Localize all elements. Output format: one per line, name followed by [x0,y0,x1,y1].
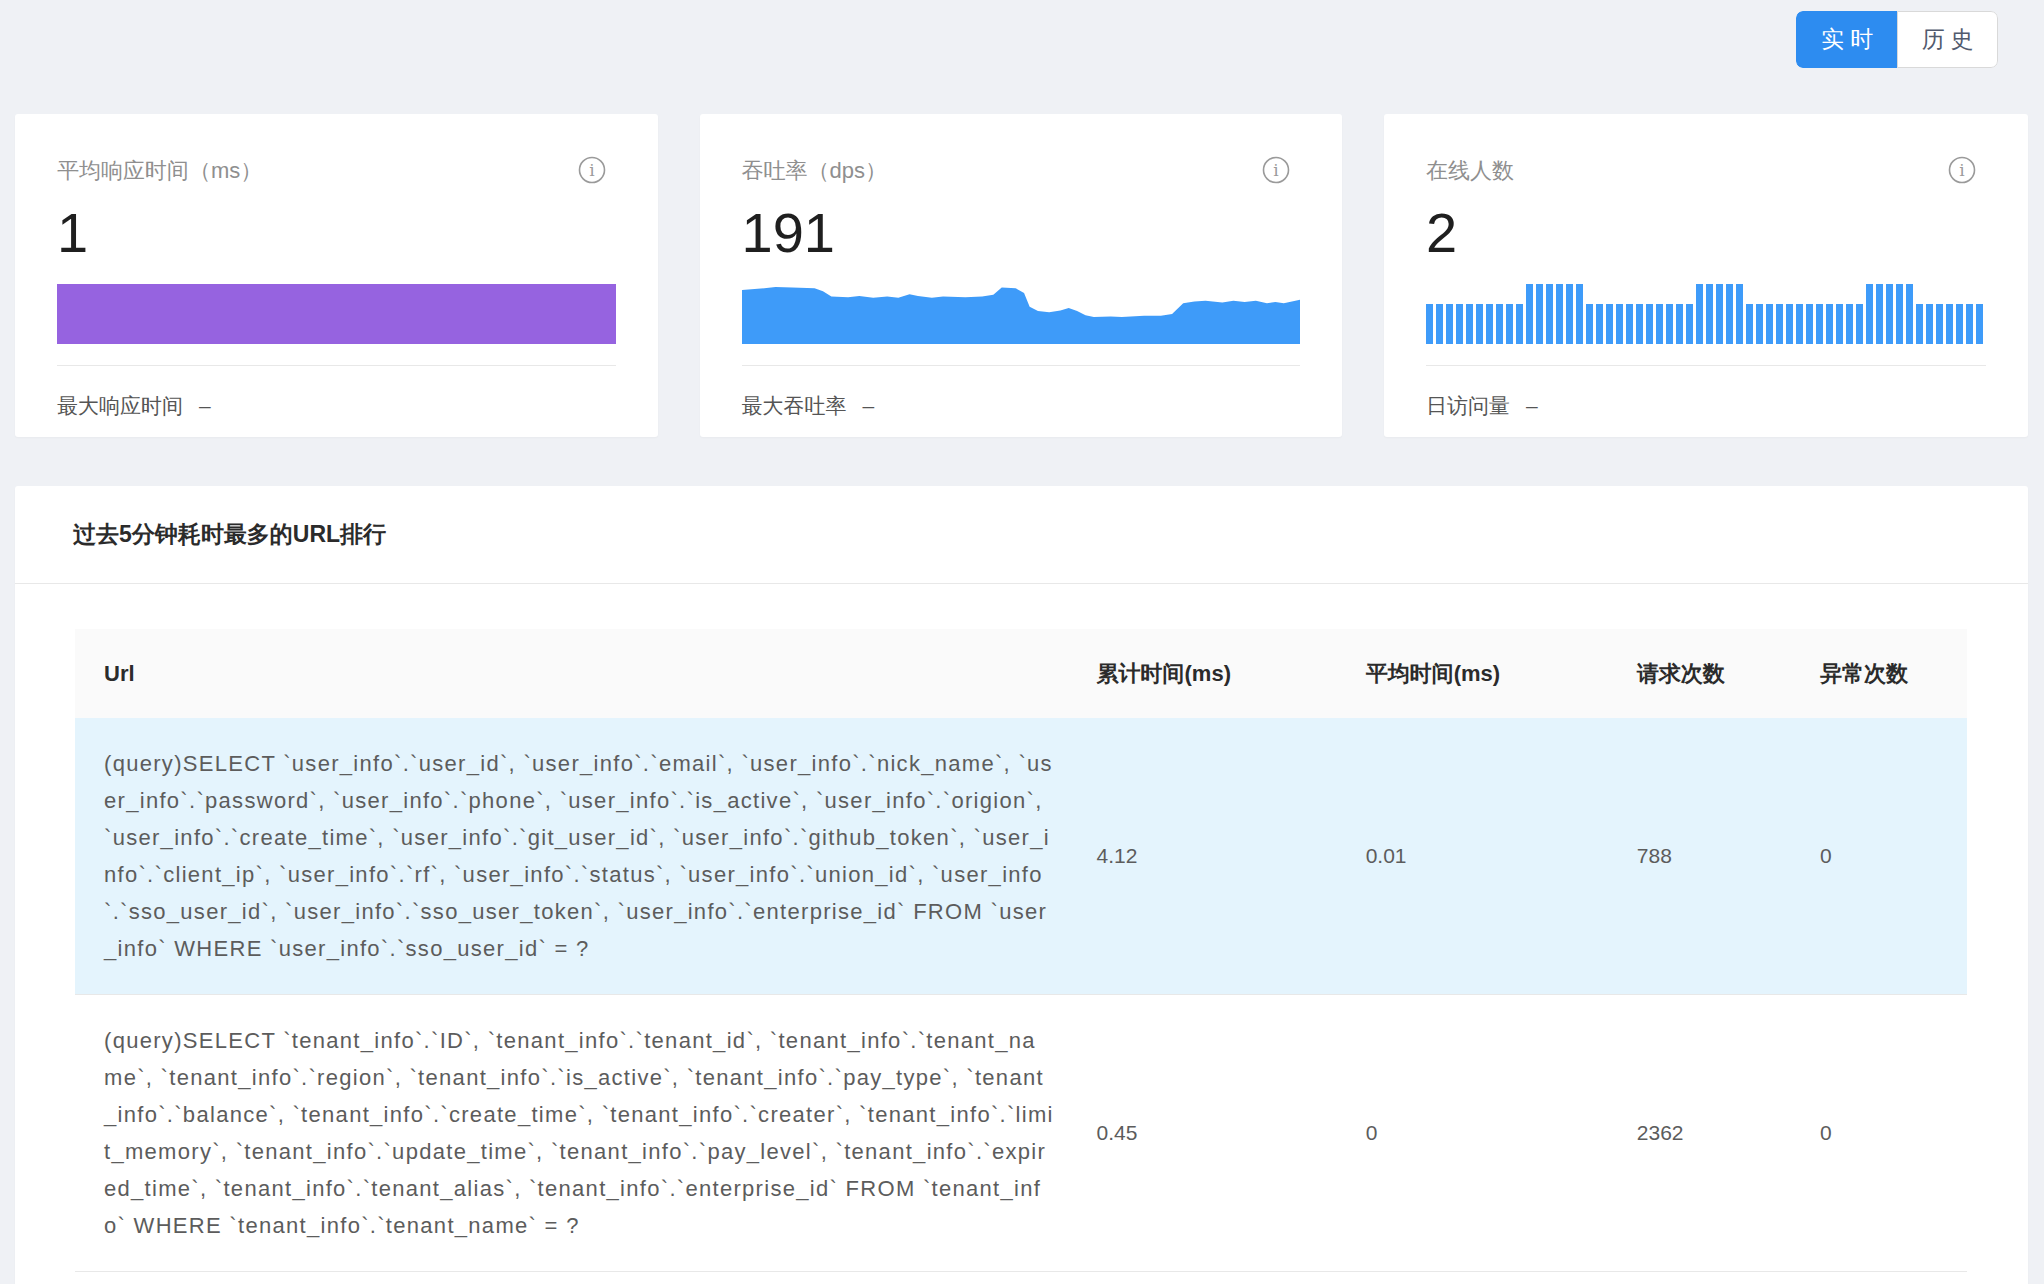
column-exception-count: 异常次数 [1791,629,1967,718]
card-title: 在线人数 [1426,156,1514,186]
card-footer-value: – [863,394,875,417]
svg-text:i: i [1959,160,1965,180]
card-footer-value: – [199,394,211,417]
exception-count-cell: 0 [1791,718,1967,995]
card-online-users: 在线人数 i 2 日访问量– [1384,114,2028,437]
card-avg-response-time: 平均响应时间（ms） i 1 最大响应时间– [15,114,658,437]
info-circle-icon[interactable]: i [1948,156,1976,184]
column-url: Url [75,629,1068,718]
throughput-area-chart [742,284,1301,344]
card-footer-label: 最大响应时间 [57,394,183,417]
column-average-time: 平均时间(ms) [1337,629,1608,718]
url-ranking-panel: 过去5分钟耗时最多的URL排行 Url 累计时间(ms) 平均时间(ms) 请求… [15,486,2028,1284]
request-count-cell: 2362 [1608,995,1791,1272]
toggle-realtime-button[interactable]: 实时 [1796,11,1897,68]
card-value: 2 [1426,203,1986,263]
card-value: 191 [742,203,1301,263]
average-time-cell: 0 [1337,995,1608,1272]
cumulative-time-cell: 0.45 [1068,995,1337,1272]
exception-count-cell: 0 [1791,995,1967,1272]
svg-text:i: i [589,160,595,180]
card-footer-label: 日访问量 [1426,394,1510,417]
table-row[interactable]: (query)SELECT `tenant_info`.`ID`, `tenan… [75,995,1967,1272]
table-row[interactable]: (query)SELECT `user_info`.`user_id`, `us… [75,718,1967,995]
time-mode-toggle: 实时 历史 [1796,11,1998,68]
panel-title: 过去5分钟耗时最多的URL排行 [73,519,386,550]
toggle-history-button[interactable]: 历史 [1897,11,1998,68]
card-footer-value: – [1526,394,1538,417]
column-request-count: 请求次数 [1608,629,1791,718]
card-footer-label: 最大吞吐率 [742,394,847,417]
info-circle-icon[interactable]: i [1262,156,1290,184]
table-header-row: Url 累计时间(ms) 平均时间(ms) 请求次数 异常次数 [75,629,1967,718]
card-title: 吞吐率（dps） [742,156,887,186]
online-users-bar-chart [1426,284,1986,344]
request-count-cell: 788 [1608,718,1791,995]
cumulative-time-cell: 4.12 [1068,718,1337,995]
average-time-cell: 0.01 [1337,718,1608,995]
url-ranking-table: Url 累计时间(ms) 平均时间(ms) 请求次数 异常次数 (query)S… [75,629,1967,1272]
url-cell: (query)SELECT `tenant_info`.`ID`, `tenan… [104,1022,1055,1244]
metric-cards: 平均响应时间（ms） i 1 最大响应时间– 吞吐率（dps） i 191 最大… [15,114,2028,437]
info-circle-icon[interactable]: i [578,156,606,184]
card-title: 平均响应时间（ms） [57,156,262,186]
avg-response-bar-chart [57,284,616,344]
svg-text:i: i [1273,160,1279,180]
column-cumulative-time: 累计时间(ms) [1068,629,1337,718]
card-value: 1 [57,203,616,263]
card-throughput: 吞吐率（dps） i 191 最大吞吐率– [700,114,1343,437]
url-cell: (query)SELECT `user_info`.`user_id`, `us… [104,745,1055,967]
